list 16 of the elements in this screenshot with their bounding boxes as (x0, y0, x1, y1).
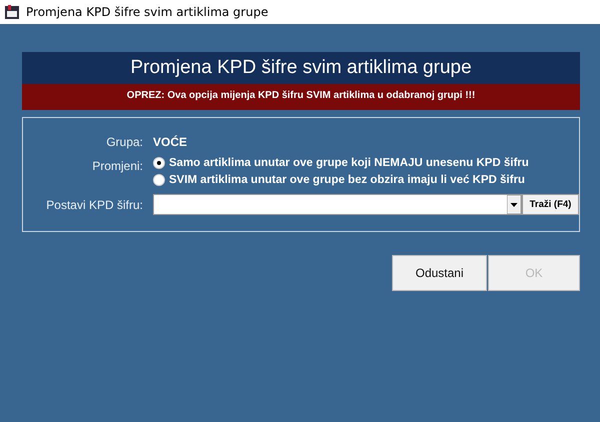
field-label: Grupa: (105, 135, 144, 149)
warning-banner: OPREZ: Ova opcija mijenja KPD šifru SVIM artiklima u odabranoj grupi !!! (22, 84, 580, 110)
search-button[interactable]: Traži (F4) (522, 194, 579, 215)
dropdown-arrow-icon[interactable] (507, 195, 521, 214)
window-title: Promjena KPD šifre svim artiklima grupe (26, 5, 268, 19)
radio-button[interactable] (153, 174, 165, 186)
app-icon (4, 4, 20, 20)
kpd-combo-field[interactable] (153, 194, 522, 215)
field-label: Promjeni: (91, 158, 144, 173)
field-label: Postavi KPD šifru: (45, 198, 144, 212)
option-label[interactable]: Samo artiklima unutar ove grupe koji NEMAJU unesenu KPD šifru (169, 157, 529, 169)
option-label[interactable]: SVIM artiklima unutar ove grupe bez obzira imaju li već KPD šifru (169, 174, 525, 186)
group-value: VOĆE (153, 135, 188, 149)
header-banner: Promjena KPD šifre svim artiklima grupe (22, 52, 580, 84)
radio-button[interactable] (153, 157, 165, 169)
cancel-button[interactable]: Odustani (392, 255, 487, 291)
